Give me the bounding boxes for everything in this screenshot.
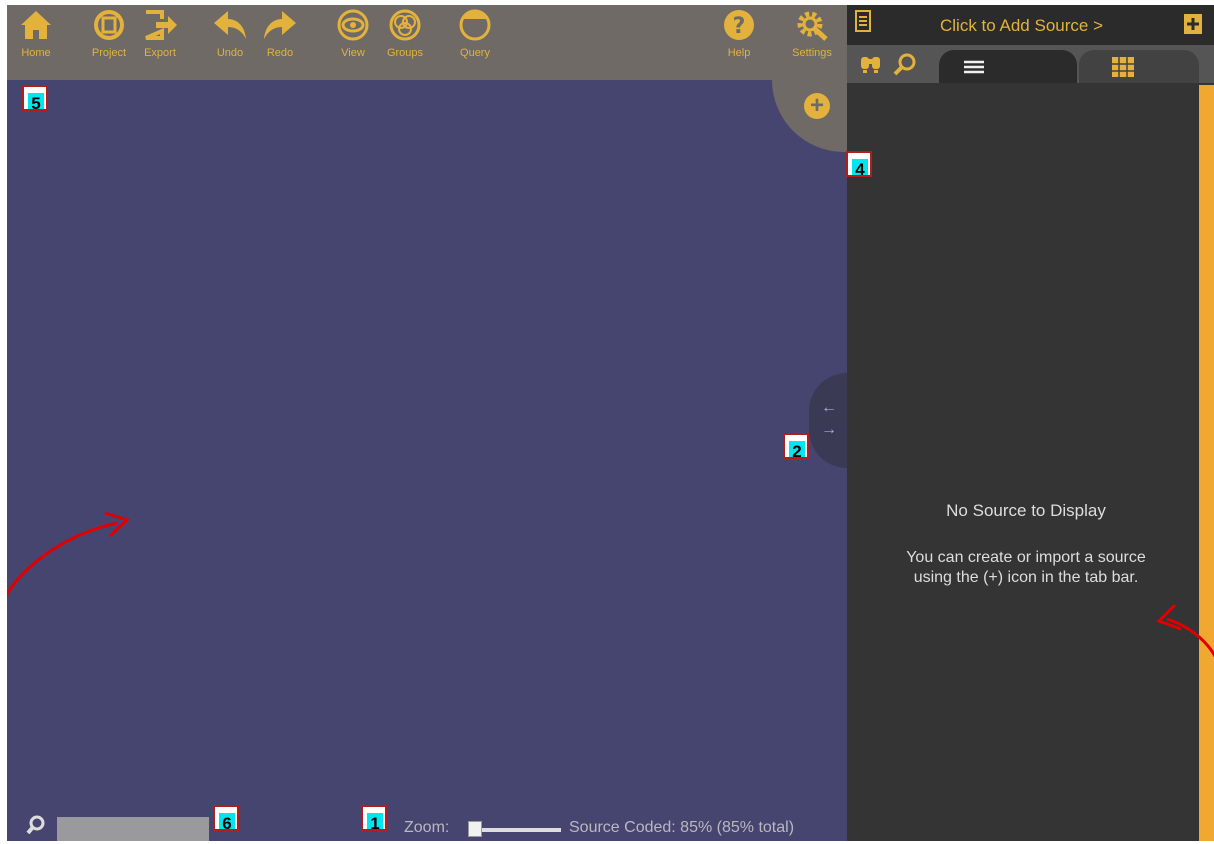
panel-scrollbar[interactable] <box>1199 85 1214 841</box>
status-bar: Zoom: Source Coded: 85% (85% total) <box>7 811 847 841</box>
redo-label: Redo <box>266 47 294 59</box>
query-icon <box>459 9 491 41</box>
groups-icon <box>389 9 421 41</box>
project-label: Project <box>91 47 127 59</box>
main-toolbar: Home Project Export Undo Redo View Group… <box>7 5 847 80</box>
tab-list-view[interactable] <box>939 50 1077 85</box>
redo-icon <box>264 11 296 39</box>
source-panel: Click to Add Source > No Source to Displ… <box>847 5 1214 841</box>
document-icon[interactable] <box>855 10 871 32</box>
binoculars-icon[interactable] <box>859 53 883 75</box>
marker-4: 4 <box>846 151 872 179</box>
search-icon[interactable] <box>25 814 47 836</box>
add-source-link[interactable]: Click to Add Source > <box>940 16 1103 36</box>
project-icon <box>94 10 124 40</box>
app-window: Home Project Export Undo Redo View Group… <box>7 5 1214 841</box>
eye-icon <box>337 9 369 41</box>
grid-icon <box>1112 57 1134 77</box>
help-button[interactable]: ? Help <box>719 9 759 59</box>
marker-5: 5 <box>22 85 48 113</box>
export-label: Export <box>144 47 176 59</box>
settings-icon <box>797 11 828 41</box>
query-label: Query <box>460 47 490 59</box>
export-button[interactable]: Export <box>135 9 185 59</box>
add-source-icon[interactable] <box>1183 13 1203 35</box>
undo-icon <box>214 11 246 39</box>
source-tab-bar <box>847 45 1214 85</box>
empty-state-description: You can create or import a source using … <box>847 548 1205 588</box>
view-button[interactable]: View <box>333 9 373 59</box>
help-icon: ? <box>724 10 754 40</box>
zoom-label: Zoom: <box>404 819 450 836</box>
settings-label: Settings <box>792 47 832 59</box>
marker-6: 6 <box>213 805 239 833</box>
canvas-search-input[interactable] <box>57 817 209 841</box>
export-icon <box>145 10 177 40</box>
empty-state-line-2: using the (+) icon in the tab bar. <box>913 569 1139 586</box>
home-button[interactable]: Home <box>15 9 57 59</box>
home-label: Home <box>21 47 51 59</box>
marker-1: 1 <box>361 805 387 833</box>
svg-text:?: ? <box>733 14 746 39</box>
project-button[interactable]: Project <box>85 9 133 59</box>
undo-label: Undo <box>216 47 244 59</box>
list-icon <box>964 60 984 74</box>
tab-grid-view[interactable] <box>1079 50 1199 85</box>
help-label: Help <box>727 47 751 59</box>
query-button[interactable]: Query <box>453 9 497 59</box>
marker-2: 2 <box>783 433 809 461</box>
magnifier-icon[interactable] <box>891 51 919 77</box>
groups-label: Groups <box>386 47 424 59</box>
empty-state-title: No Source to Display <box>946 501 1106 520</box>
groups-button[interactable]: Groups <box>379 9 431 59</box>
home-icon <box>21 11 51 39</box>
view-label: View <box>341 47 365 59</box>
expand-right-arrow: → <box>821 421 837 438</box>
source-coded-status: Source Coded: 85% (85% total) <box>569 819 795 836</box>
undo-button[interactable]: Undo <box>209 9 251 59</box>
redo-button[interactable]: Redo <box>259 9 301 59</box>
zoom-slider-track[interactable] <box>473 828 561 832</box>
empty-state-line-1: You can create or import a source <box>906 549 1146 566</box>
source-viewer: No Source to Display You can create or i… <box>847 83 1205 841</box>
source-panel-header: Click to Add Source > <box>847 5 1214 45</box>
settings-button[interactable]: Settings <box>785 9 839 59</box>
coding-canvas[interactable] <box>7 80 847 841</box>
add-node-button[interactable]: + <box>804 93 830 119</box>
collapse-left-arrow: ← <box>821 399 837 416</box>
zoom-slider-thumb[interactable] <box>468 821 482 837</box>
